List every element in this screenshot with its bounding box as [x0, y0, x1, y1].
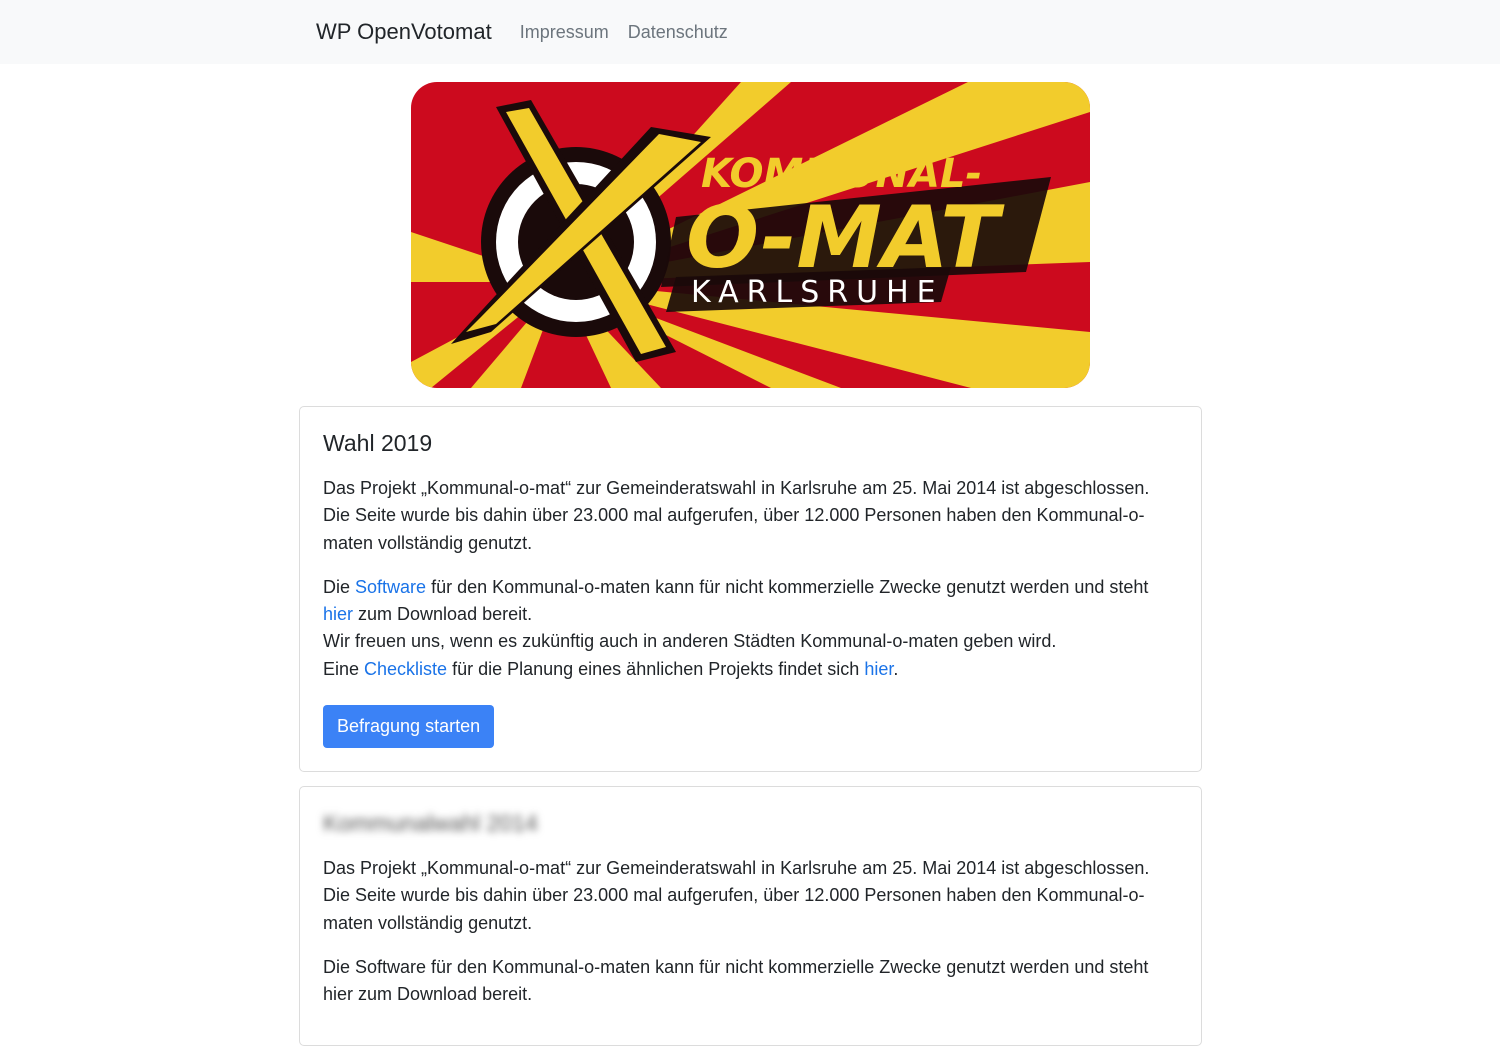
text-segment: .: [893, 658, 899, 679]
text-segment: Eine: [323, 658, 365, 679]
card-intro-text: Das Projekt „Kommunal-o-mat“ zur Gemeind…: [323, 478, 1150, 553]
nav-link-impressum[interactable]: Impressum: [520, 22, 609, 43]
checkliste-link[interactable]: Checkliste: [364, 659, 447, 679]
nav-link-datenschutz[interactable]: Datenschutz: [628, 22, 728, 43]
start-survey-button[interactable]: Befragung starten: [323, 705, 495, 749]
text-segment: Die: [323, 576, 356, 597]
logo-graphic: KOMMUNAL- O-MAT KARLSRUHE: [410, 82, 1090, 388]
checkliste-hier-link[interactable]: hier: [864, 659, 893, 679]
card-software-text: Die Software für den Kommunal-o-maten ka…: [323, 574, 1178, 683]
software-link[interactable]: Software: [355, 577, 426, 597]
card-kommunalwahl-2014: Kommunalwahl 2014 Das Projekt „Kommunal-…: [299, 786, 1202, 1046]
card-software-text: Die Software für den Kommunal-o-maten ka…: [323, 956, 1149, 1005]
text-segment: für die Planung eines ähnlichen Projekts…: [447, 658, 865, 679]
text-segment: für den Kommunal-o-maten kann für nicht …: [426, 576, 1149, 597]
card-title: Wahl 2019: [323, 430, 433, 456]
card-title: Kommunalwahl 2014: [323, 810, 538, 836]
banner-container: KOMMUNAL- O-MAT KARLSRUHE: [0, 64, 1500, 393]
logo-text-line2: O-MAT: [686, 188, 1005, 288]
top-navbar: WP OpenVotomat Impressum Datenschutz: [0, 0, 1500, 64]
brand-link[interactable]: WP OpenVotomat: [316, 19, 492, 45]
card-wahl-2019: Wahl 2019 Das Projekt „Kommunal-o-mat“ z…: [299, 406, 1202, 773]
text-segment: zum Download bereit.: [353, 604, 533, 625]
kommunal-o-mat-logo-banner: KOMMUNAL- O-MAT KARLSRUHE: [410, 82, 1090, 388]
text-segment: Wir freuen uns, wenn es zukünftig auch i…: [323, 631, 1057, 652]
logo-text-line3: KARLSRUHE: [691, 275, 944, 310]
card-intro-text: Das Projekt „Kommunal-o-mat“ zur Gemeind…: [323, 858, 1150, 933]
download-link[interactable]: hier: [323, 604, 353, 624]
